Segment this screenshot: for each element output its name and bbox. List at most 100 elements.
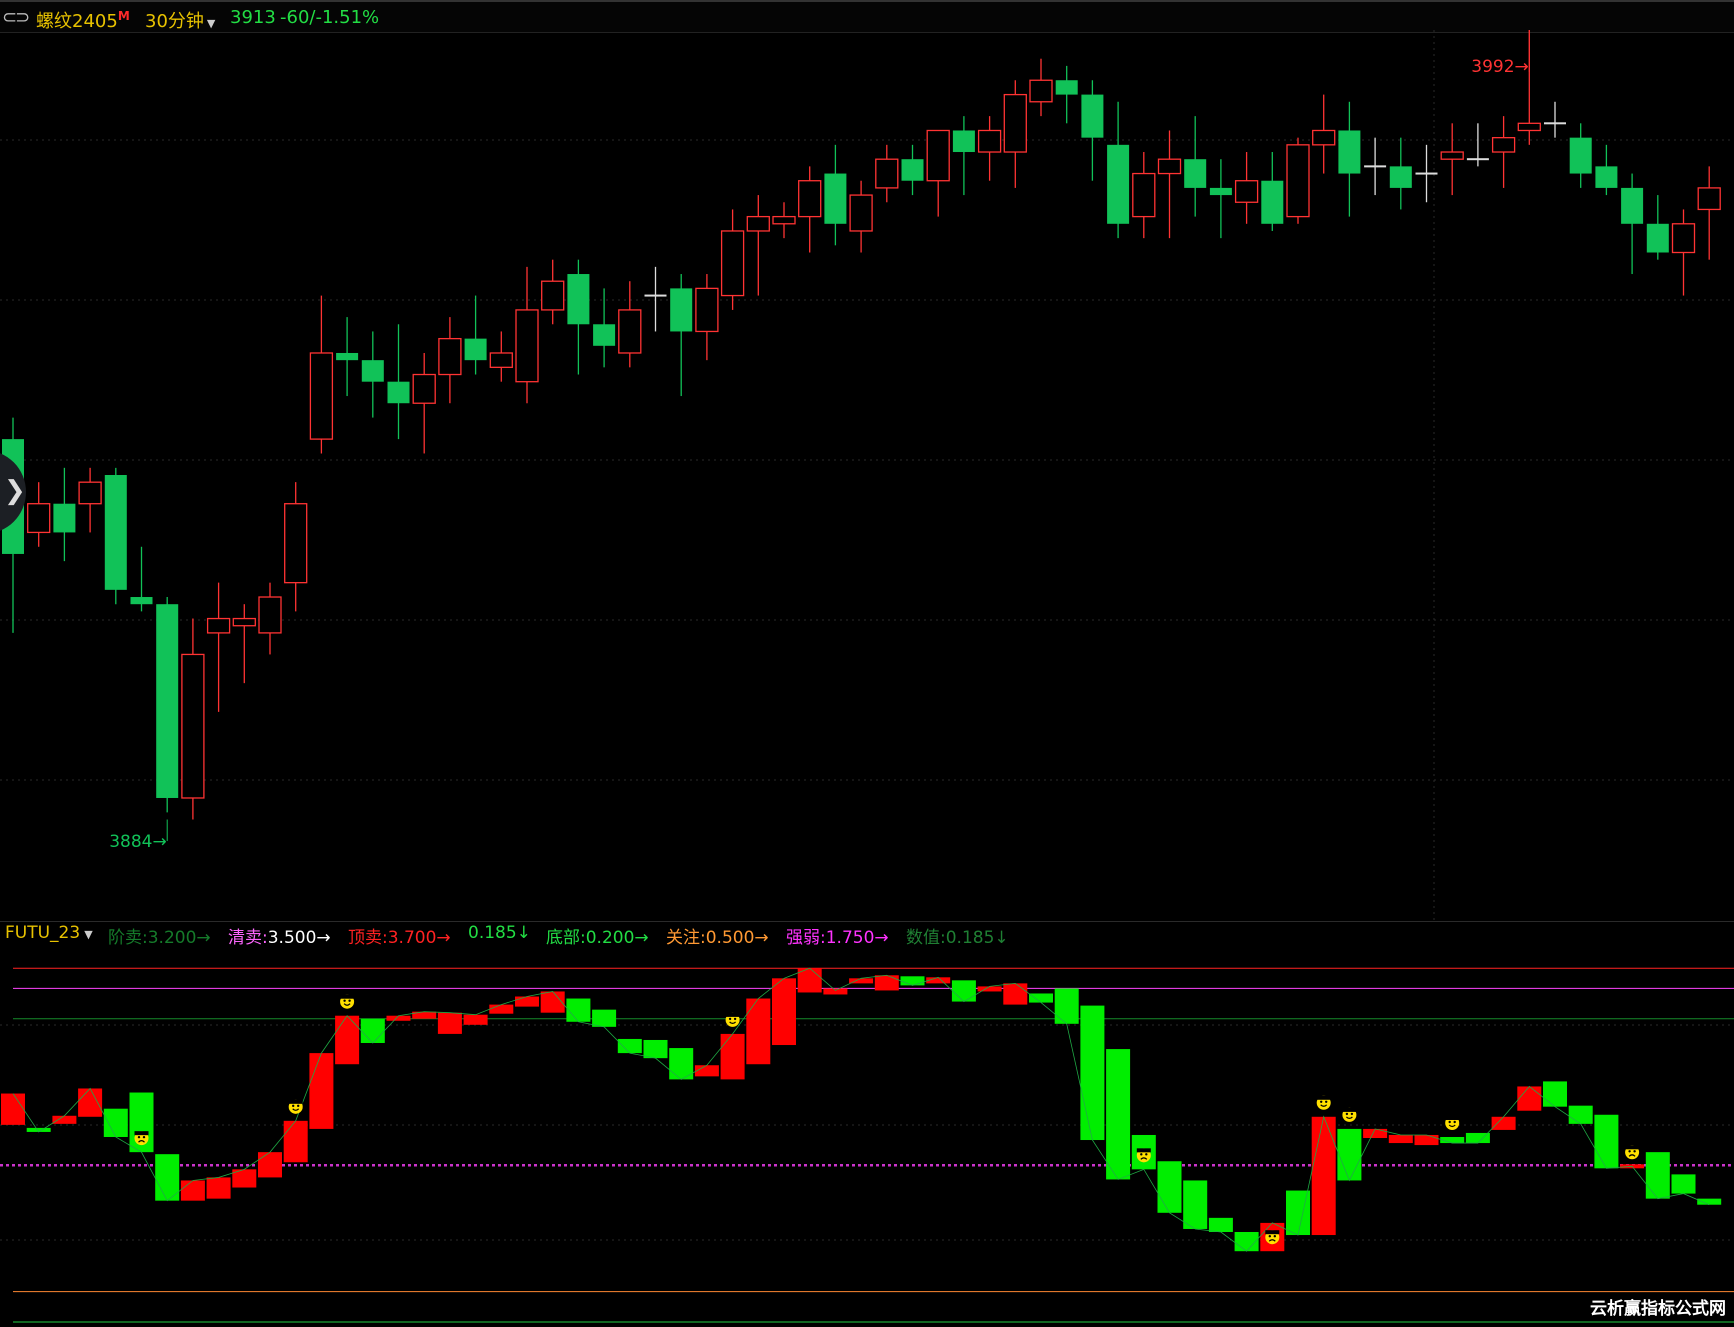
candle-body bbox=[1132, 172, 1156, 218]
pane-divider[interactable] bbox=[0, 921, 1734, 922]
candle-body bbox=[156, 604, 179, 798]
candle-body bbox=[78, 481, 102, 505]
indicator-param: 顶卖:3.700→ bbox=[348, 923, 451, 948]
candle-body bbox=[1184, 159, 1207, 188]
happy-face-icon bbox=[725, 1012, 740, 1027]
indicator-bar bbox=[823, 988, 848, 995]
face-band bbox=[1625, 1145, 1640, 1150]
face-eye bbox=[1140, 1153, 1143, 1156]
happy-face-icon bbox=[288, 1099, 303, 1114]
face-band bbox=[340, 994, 355, 999]
candle-body bbox=[1544, 122, 1566, 125]
indicator-param-value: 0.200→ bbox=[585, 928, 649, 948]
candle-body bbox=[130, 597, 153, 605]
candle-body bbox=[567, 274, 590, 325]
candle-body bbox=[720, 230, 745, 297]
candle-body bbox=[1003, 93, 1027, 153]
candle-body bbox=[772, 215, 796, 225]
indicator-bar bbox=[360, 1018, 385, 1044]
indicator-bar bbox=[694, 1065, 719, 1077]
indicator-bar bbox=[772, 978, 796, 1046]
indicator-line bbox=[12, 967, 1710, 1252]
sad-face-icon bbox=[1265, 1230, 1280, 1245]
indicator-bar bbox=[1106, 1049, 1131, 1180]
indicator-bar bbox=[1414, 1134, 1439, 1146]
face-band bbox=[288, 1099, 303, 1104]
candle-body bbox=[464, 338, 487, 361]
low-price-label: 3884→ bbox=[109, 832, 167, 852]
indicator-param-value: 3.500→ bbox=[267, 928, 331, 948]
chart-grid bbox=[0, 30, 1734, 920]
indicator-bar bbox=[746, 998, 771, 1065]
candle-body bbox=[53, 503, 76, 533]
candlestick-series bbox=[2, 30, 1721, 820]
candle-body bbox=[489, 352, 513, 368]
face-eye bbox=[343, 999, 346, 1002]
candle-body bbox=[1415, 172, 1438, 175]
indicator-bar bbox=[977, 986, 1002, 992]
indicator-bar bbox=[1029, 993, 1053, 1003]
chart-canvas[interactable]: 3992→ 3884→ bbox=[0, 0, 1734, 1327]
face-eye bbox=[1345, 1112, 1349, 1116]
face-band bbox=[1265, 1230, 1280, 1235]
indicator-bar bbox=[643, 1039, 668, 1059]
indicator-bar bbox=[515, 996, 539, 1007]
face-eye bbox=[733, 1017, 737, 1021]
high-price-label: 3992→ bbox=[1471, 57, 1529, 77]
indicator-param: 强弱:1.750→ bbox=[786, 923, 889, 948]
indicator-name-selector[interactable]: FUTU_23 ▼ bbox=[5, 923, 93, 943]
indicator-bar bbox=[206, 1177, 231, 1199]
indicator-param: 阶卖:3.200→ bbox=[108, 923, 211, 948]
indicator-bar bbox=[386, 1015, 411, 1021]
indicator-bar bbox=[1388, 1134, 1413, 1144]
indicator-bar bbox=[1491, 1116, 1516, 1130]
face-eye bbox=[297, 1104, 300, 1108]
candle-body bbox=[1157, 158, 1182, 175]
indicator-param-value: 3.700→ bbox=[387, 928, 451, 948]
candle-body bbox=[1234, 180, 1259, 203]
candle-body bbox=[1261, 180, 1284, 224]
face-eye bbox=[137, 1135, 141, 1139]
indicator-bar bbox=[592, 1009, 617, 1027]
indicator-bar bbox=[1311, 1116, 1336, 1236]
candle-body bbox=[1621, 187, 1644, 224]
candle-body bbox=[1517, 122, 1541, 132]
candle-body bbox=[1646, 223, 1669, 253]
candle-body bbox=[746, 215, 770, 232]
candle-body bbox=[1029, 79, 1053, 103]
chevron-right-icon: ❯ bbox=[4, 476, 26, 506]
sad-face-icon bbox=[134, 1131, 149, 1146]
face-eye bbox=[1273, 1235, 1277, 1238]
indicator-param: 0.185↓ bbox=[468, 923, 531, 943]
face-eye bbox=[1633, 1150, 1636, 1153]
candle-body bbox=[875, 158, 899, 189]
indicator-bar bbox=[1054, 988, 1079, 1024]
face-eye bbox=[1320, 1100, 1323, 1103]
candle-body bbox=[824, 173, 847, 224]
candle-body bbox=[1440, 151, 1464, 160]
indicator-param: 底部:0.200→ bbox=[546, 923, 649, 948]
indicator-bar bbox=[1543, 1081, 1567, 1107]
indicator-param-value: 1.750→ bbox=[825, 928, 889, 948]
candle-body bbox=[1569, 137, 1592, 174]
indicator-header: FUTU_23 ▼ 阶卖:3.200→ 清卖:3.500→ 顶卖:3.700→ 0.18… bbox=[0, 923, 1734, 948]
candle-body bbox=[1491, 137, 1516, 153]
candle-body bbox=[1389, 166, 1412, 188]
indicator-bar bbox=[1517, 1086, 1542, 1111]
candle-body bbox=[1466, 158, 1489, 161]
candle-body bbox=[284, 503, 308, 584]
indicator-param-label: 数值: bbox=[906, 928, 946, 948]
happy-face-icon bbox=[1316, 1095, 1331, 1110]
candle-body bbox=[1671, 223, 1696, 254]
indicator-bar bbox=[617, 1038, 642, 1054]
indicator-bar bbox=[103, 1108, 128, 1137]
indicator-param-label: 底部: bbox=[546, 928, 586, 948]
indicator-bar bbox=[1003, 983, 1028, 1005]
face-eye bbox=[1628, 1150, 1631, 1153]
candle-body bbox=[1312, 129, 1336, 146]
candle-body bbox=[593, 324, 616, 346]
indicator-bar bbox=[437, 1012, 462, 1034]
face-eye bbox=[1145, 1153, 1148, 1156]
indicator-param-value: 0.500→ bbox=[705, 928, 769, 948]
face-eye bbox=[348, 999, 351, 1002]
